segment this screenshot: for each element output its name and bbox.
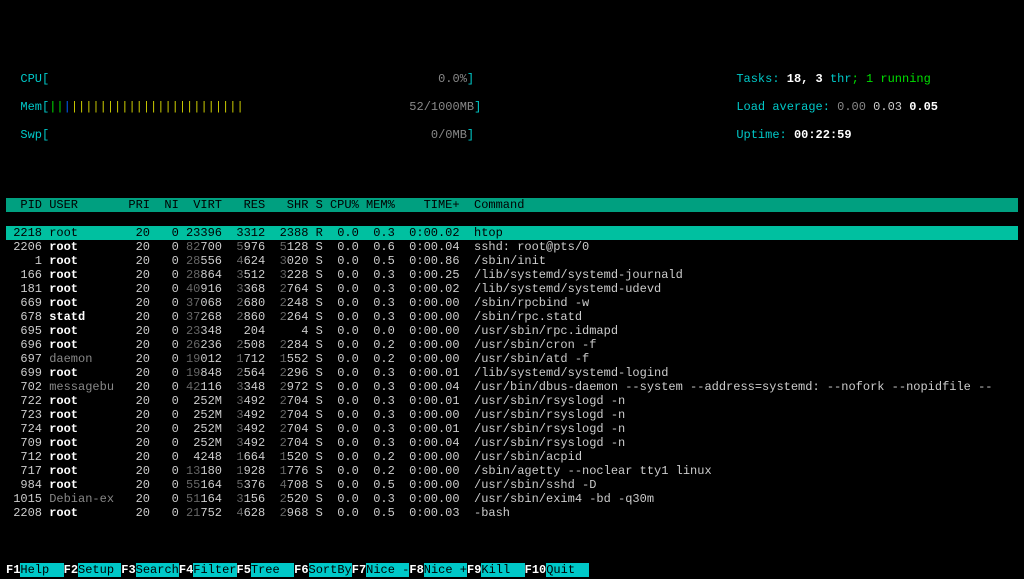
process-row[interactable]: 697 daemon2001901217121552S0.00.20:00.00… (6, 352, 1018, 366)
process-row[interactable]: 669 root2003706826802248S0.00.30:00.00 /… (6, 296, 1018, 310)
flabel-Nice -[interactable]: Nice - (366, 563, 409, 577)
column-header[interactable]: PID USERPRINIVIRTRESSHRSCPU%MEM%TIME+ Co… (6, 198, 1018, 212)
flabel-Setup[interactable]: Setup (78, 563, 121, 577)
fkey-F7[interactable]: F7 (352, 563, 366, 577)
swp-value: 0/0MB (431, 128, 467, 142)
cpu-label: CPU (20, 72, 42, 86)
process-row[interactable]: 724 root200252M34922704S0.00.30:00.01 /u… (6, 422, 1018, 436)
flabel-SortBy[interactable]: SortBy (309, 563, 352, 577)
hdr-shr[interactable]: SHR (265, 198, 308, 212)
fkey-F10[interactable]: F10 (525, 563, 547, 577)
process-row[interactable]: 2208 root2002175246282968S0.00.50:00.03 … (6, 506, 1018, 520)
hdr-res[interactable]: RES (222, 198, 265, 212)
meters-left: CPU[ 0.0%] Mem[|||||||||||||||||||||||||… (6, 58, 481, 156)
fkey-F3[interactable]: F3 (121, 563, 135, 577)
meters-right: Tasks: 18, 3 thr; 1 running Load average… (736, 58, 1018, 156)
process-row[interactable]: 2206 root2008270059765128S0.00.60:00.04 … (6, 240, 1018, 254)
footer-bar: F1Help F2Setup F3SearchF4FilterF5Tree F6… (6, 563, 1024, 577)
fkey-F1[interactable]: F1 (6, 563, 20, 577)
tasks-line: Tasks: 18, 3 thr; 1 running (736, 72, 938, 86)
load-line: Load average: 0.00 0.03 0.05 (736, 100, 938, 114)
flabel-Nice +[interactable]: Nice + (424, 563, 467, 577)
swp-label: Swp (20, 128, 42, 142)
fkey-F6[interactable]: F6 (294, 563, 308, 577)
hdr-ni[interactable]: NI (150, 198, 179, 212)
uptime-line: Uptime: 00:22:59 (736, 128, 938, 142)
process-row[interactable]: 2218 root2002339633122388R0.00.30:00.02 … (6, 226, 1018, 240)
hdr-virt[interactable]: VIRT (179, 198, 222, 212)
process-row[interactable]: 695 root200233482044S0.00.00:00.00 /usr/… (6, 324, 1018, 338)
process-row[interactable]: 717 root2001318019281776S0.00.20:00.00 /… (6, 464, 1018, 478)
process-row[interactable]: 712 root200424816641520S0.00.20:00.00 /u… (6, 450, 1018, 464)
process-row[interactable]: 678 statd2003726828602264S0.00.30:00.00 … (6, 310, 1018, 324)
flabel-Tree[interactable]: Tree (251, 563, 294, 577)
process-row[interactable]: 1 root2002855646243020S0.00.50:00.86 /sb… (6, 254, 1018, 268)
hdr-cmd[interactable]: Command (474, 198, 524, 212)
process-row[interactable]: 181 root2004091633682764S0.00.30:00.02 /… (6, 282, 1018, 296)
hdr-mem[interactable]: MEM% (359, 198, 395, 212)
flabel-Kill[interactable]: Kill (481, 563, 524, 577)
mem-meter: Mem[||||||||||||||||||||||||||| 52/1000M… (6, 100, 481, 114)
hdr-user[interactable]: USER (49, 198, 121, 212)
cpu-value: 0.0% (438, 72, 467, 86)
process-row[interactable]: 722 root200252M34922704S0.00.30:00.01 /u… (6, 394, 1018, 408)
flabel-Filter[interactable]: Filter (193, 563, 236, 577)
blank-row (6, 170, 1018, 184)
process-list[interactable]: 2218 root2002339633122388R0.00.30:00.02 … (6, 226, 1018, 520)
meters-section: CPU[ 0.0%] Mem[|||||||||||||||||||||||||… (6, 58, 1018, 156)
cpu-meter: CPU[ 0.0%] (6, 72, 481, 86)
hdr-cpu[interactable]: CPU% (323, 198, 359, 212)
process-row[interactable]: 709 root200252M34922704S0.00.30:00.04 /u… (6, 436, 1018, 450)
mem-value: 52/1000MB (409, 100, 474, 114)
flabel-Quit[interactable]: Quit (546, 563, 589, 577)
flabel-Search[interactable]: Search (136, 563, 179, 577)
fkey-F8[interactable]: F8 (409, 563, 423, 577)
fkey-F5[interactable]: F5 (237, 563, 251, 577)
hdr-pid[interactable]: PID (6, 198, 42, 212)
process-row[interactable]: 723 root200252M34922704S0.00.30:00.00 /u… (6, 408, 1018, 422)
process-row[interactable]: 984 root2005516453764708S0.00.50:00.00 /… (6, 478, 1018, 492)
process-row[interactable]: 166 root2002886435123228S0.00.30:00.25 /… (6, 268, 1018, 282)
hdr-time[interactable]: TIME+ (395, 198, 460, 212)
process-row[interactable]: 699 root2001984825642296S0.00.30:00.01 /… (6, 366, 1018, 380)
swp-meter: Swp[ 0/0MB] (6, 128, 481, 142)
fkey-F9[interactable]: F9 (467, 563, 481, 577)
process-row[interactable]: 702 messagebu2004211633482972S0.00.30:00… (6, 380, 1018, 394)
fkey-F4[interactable]: F4 (179, 563, 193, 577)
mem-label: Mem (20, 100, 42, 114)
hdr-s[interactable]: S (308, 198, 322, 212)
process-row[interactable]: 1015 Debian-ex2005116431562520S0.00.30:0… (6, 492, 1018, 506)
process-row[interactable]: 696 root2002623625082284S0.00.20:00.00 /… (6, 338, 1018, 352)
fkey-F2[interactable]: F2 (64, 563, 78, 577)
flabel-Help[interactable]: Help (20, 563, 63, 577)
hdr-pri[interactable]: PRI (121, 198, 150, 212)
